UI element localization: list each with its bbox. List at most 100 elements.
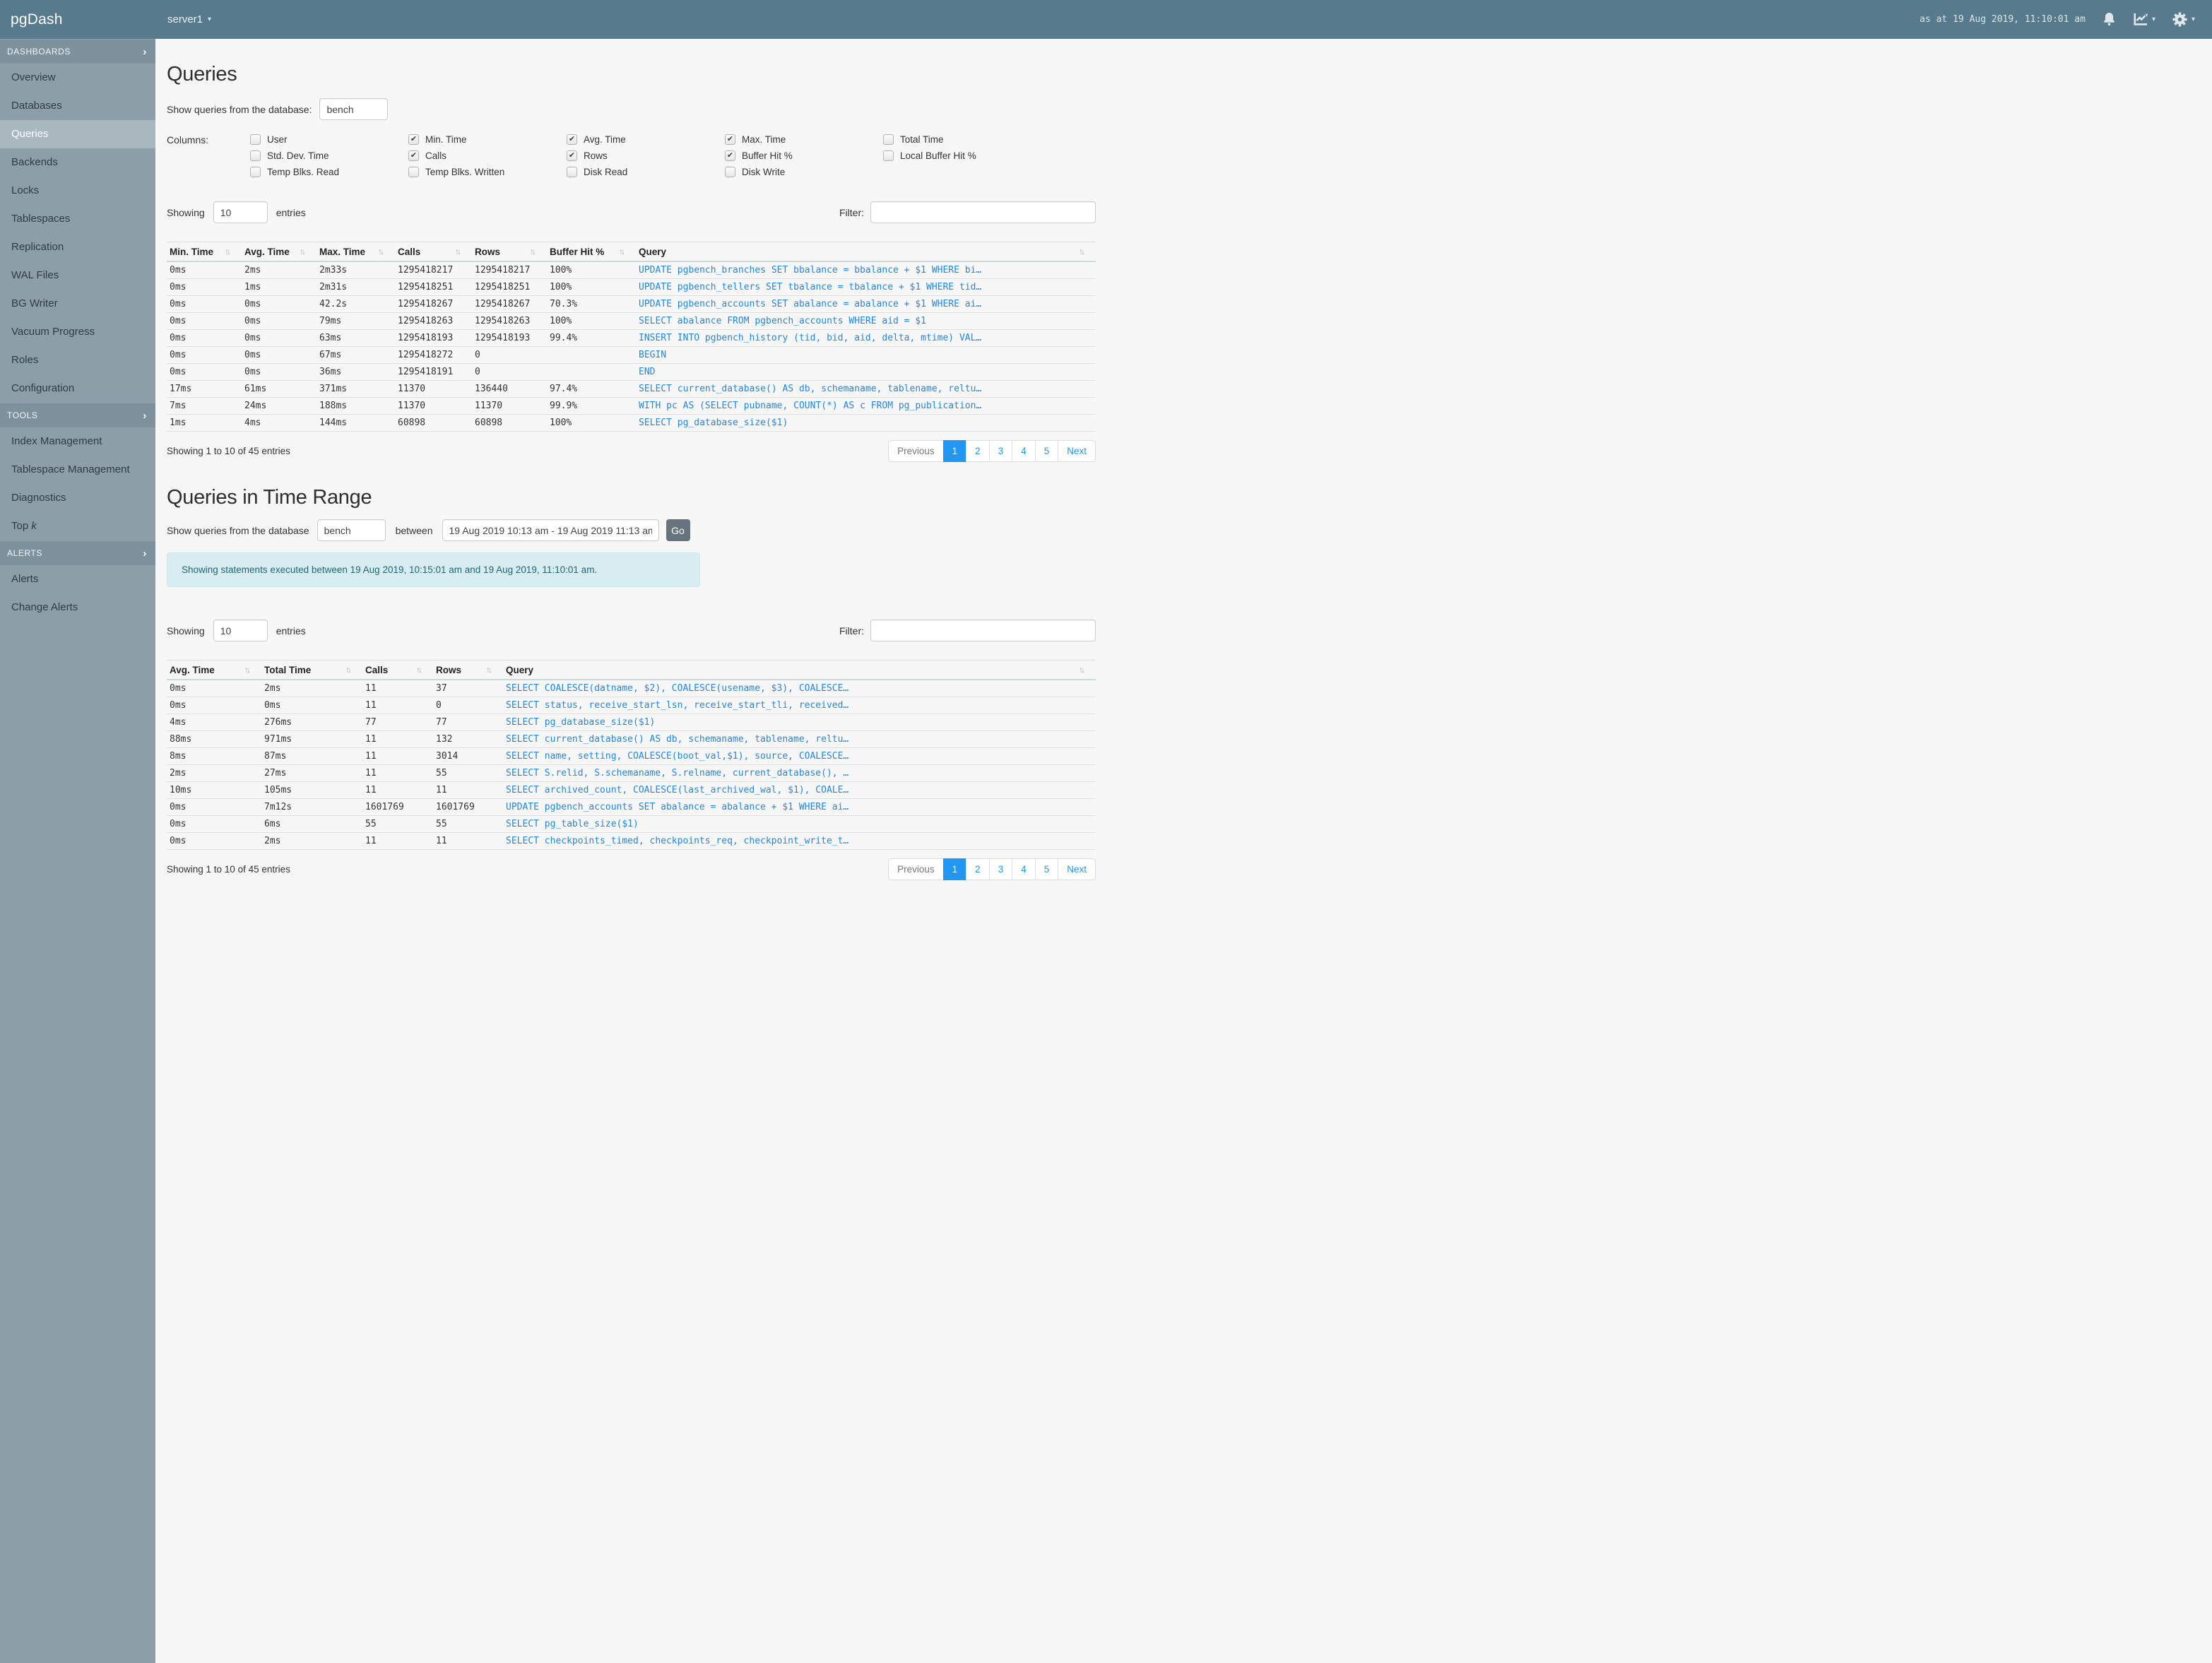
column-toggle-user[interactable]: User [250, 134, 408, 145]
previous-page-button[interactable]: Previous [888, 858, 944, 880]
column-toggle-buffer-hit[interactable]: ✔ Buffer Hit % [725, 150, 883, 161]
sidebar-item-alerts[interactable]: Alerts [0, 565, 155, 593]
database-input[interactable] [317, 519, 386, 541]
sort-icon[interactable]: ↑↓ [300, 247, 306, 256]
sort-icon[interactable]: ↑↓ [345, 665, 352, 675]
query-link[interactable]: SELECT pg_database_size($1) [503, 714, 1096, 731]
charts-menu-button[interactable]: ▾ [2133, 13, 2155, 26]
checkbox-checked-icon[interactable]: ✔ [567, 134, 577, 145]
sort-icon[interactable]: ↑↓ [1079, 665, 1085, 675]
sidebar-item-roles[interactable]: Roles [0, 346, 155, 374]
query-link[interactable]: SELECT COALESCE(datname, $2), COALESCE(u… [503, 680, 1096, 697]
query-link[interactable]: SELECT pg_table_size($1) [503, 815, 1096, 833]
page-button-5[interactable]: 5 [1034, 440, 1059, 462]
sidebar-item-bg-writer[interactable]: BG Writer [0, 290, 155, 318]
sidebar-item-diagnostics[interactable]: Diagnostics [0, 484, 155, 512]
checkbox-checked-icon[interactable]: ✔ [408, 150, 419, 161]
next-page-button[interactable]: Next [1058, 440, 1096, 462]
checkbox-checked-icon[interactable]: ✔ [725, 150, 735, 161]
notifications-button[interactable] [2102, 12, 2116, 27]
entries-count-input[interactable] [213, 201, 268, 223]
column-toggle-std-dev-time[interactable]: Std. Dev. Time [250, 150, 408, 161]
page-button-1[interactable]: 1 [942, 440, 967, 462]
column-toggle-avg-time[interactable]: ✔ Avg. Time [567, 134, 725, 145]
query-link[interactable]: BEGIN [636, 346, 1096, 364]
checkbox-icon[interactable] [250, 150, 261, 161]
column-toggle-rows[interactable]: ✔ Rows [567, 150, 725, 161]
column-toggle-disk-write[interactable]: Disk Write [725, 167, 883, 177]
query-link[interactable]: SELECT name, setting, COALESCE(boot_val,… [503, 747, 1096, 765]
time-range-input[interactable] [442, 519, 659, 541]
sort-icon[interactable]: ↑↓ [225, 247, 231, 256]
query-link[interactable]: SELECT current_database() AS db, scheman… [503, 730, 1096, 748]
sidebar-section-alerts[interactable]: ALERTS › [0, 540, 155, 565]
query-link[interactable]: UPDATE pgbench_accounts SET abalance = a… [503, 798, 1096, 816]
sidebar-section-tools[interactable]: TOOLS › [0, 403, 155, 427]
checkbox-checked-icon[interactable]: ✔ [725, 134, 735, 145]
column-toggle-calls[interactable]: ✔ Calls [408, 150, 567, 161]
sort-icon[interactable]: ↑↓ [455, 247, 461, 256]
query-link[interactable]: END [636, 363, 1096, 381]
query-link[interactable]: SELECT current_database() AS db, scheman… [636, 380, 1096, 398]
page-button-5[interactable]: 5 [1034, 858, 1059, 880]
sort-icon[interactable]: ↑↓ [244, 665, 251, 675]
query-link[interactable]: SELECT checkpoints_timed, checkpoints_re… [503, 832, 1096, 850]
checkbox-checked-icon[interactable]: ✔ [408, 134, 419, 145]
sidebar-item-tablespace-management[interactable]: Tablespace Management [0, 456, 155, 484]
sort-icon[interactable]: ↑↓ [486, 665, 492, 675]
sidebar-item-index-management[interactable]: Index Management [0, 427, 155, 456]
query-link[interactable]: INSERT INTO pgbench_history (tid, bid, a… [636, 329, 1096, 347]
column-toggle-disk-read[interactable]: Disk Read [567, 167, 725, 177]
sort-icon[interactable]: ↑↓ [619, 247, 625, 256]
query-link[interactable]: SELECT pg_database_size($1) [636, 414, 1096, 432]
page-button-4[interactable]: 4 [1012, 858, 1036, 880]
column-toggle-total-time[interactable]: Total Time [883, 134, 1041, 145]
checkbox-icon[interactable] [883, 134, 894, 145]
query-link[interactable]: SELECT abalance FROM pgbench_accounts WH… [636, 312, 1096, 330]
checkbox-icon[interactable] [408, 167, 419, 177]
previous-page-button[interactable]: Previous [888, 440, 944, 462]
go-button[interactable]: Go [666, 519, 690, 541]
column-toggle-max-time[interactable]: ✔ Max. Time [725, 134, 883, 145]
sidebar-item-databases[interactable]: Databases [0, 92, 155, 120]
entries-count-input[interactable] [213, 620, 268, 641]
settings-menu-button[interactable]: ▾ [2172, 12, 2195, 27]
query-link[interactable]: SELECT archived_count, COALESCE(last_arc… [503, 781, 1096, 799]
column-toggle-min-time[interactable]: ✔ Min. Time [408, 134, 567, 145]
filter-input[interactable] [870, 201, 1096, 223]
query-link[interactable]: UPDATE pgbench_branches SET bbalance = b… [636, 261, 1096, 279]
sidebar-item-tablespaces[interactable]: Tablespaces [0, 205, 155, 233]
next-page-button[interactable]: Next [1058, 858, 1096, 880]
query-link[interactable]: WITH pc AS (SELECT pubname, COUNT(*) AS … [636, 397, 1096, 415]
page-button-1[interactable]: 1 [942, 858, 967, 880]
query-link[interactable]: UPDATE pgbench_tellers SET tbalance = tb… [636, 278, 1096, 296]
column-toggle-local-buffer-hit[interactable]: Local Buffer Hit % [883, 150, 1041, 161]
sort-icon[interactable]: ↑↓ [378, 247, 384, 256]
checkbox-checked-icon[interactable]: ✔ [567, 150, 577, 161]
sidebar-item-queries[interactable]: Queries [0, 120, 155, 148]
checkbox-icon[interactable] [883, 150, 894, 161]
page-button-2[interactable]: 2 [966, 858, 990, 880]
sort-icon[interactable]: ↑↓ [416, 665, 422, 675]
page-button-3[interactable]: 3 [988, 440, 1013, 462]
server-selector[interactable]: server1 ▾ [167, 13, 211, 25]
column-toggle-temp-blks-read[interactable]: Temp Blks. Read [250, 167, 408, 177]
checkbox-icon[interactable] [250, 167, 261, 177]
page-button-3[interactable]: 3 [988, 858, 1013, 880]
sort-icon[interactable]: ↑↓ [1079, 247, 1085, 256]
sort-icon[interactable]: ↑↓ [530, 247, 536, 256]
page-button-4[interactable]: 4 [1012, 440, 1036, 462]
sidebar-item-wal-files[interactable]: WAL Files [0, 261, 155, 290]
sidebar-item-locks[interactable]: Locks [0, 177, 155, 205]
column-toggle-temp-blks-written[interactable]: Temp Blks. Written [408, 167, 567, 177]
sidebar-item-top-k[interactable]: Top k [0, 512, 155, 540]
checkbox-icon[interactable] [567, 167, 577, 177]
sidebar-item-overview[interactable]: Overview [0, 64, 155, 92]
query-link[interactable]: UPDATE pgbench_accounts SET abalance = a… [636, 295, 1096, 313]
checkbox-icon[interactable] [725, 167, 735, 177]
sidebar-item-backends[interactable]: Backends [0, 148, 155, 177]
query-link[interactable]: SELECT status, receive_start_lsn, receiv… [503, 697, 1096, 714]
sidebar-item-configuration[interactable]: Configuration [0, 374, 155, 403]
database-input[interactable] [319, 98, 389, 120]
sidebar-item-change-alerts[interactable]: Change Alerts [0, 593, 155, 622]
